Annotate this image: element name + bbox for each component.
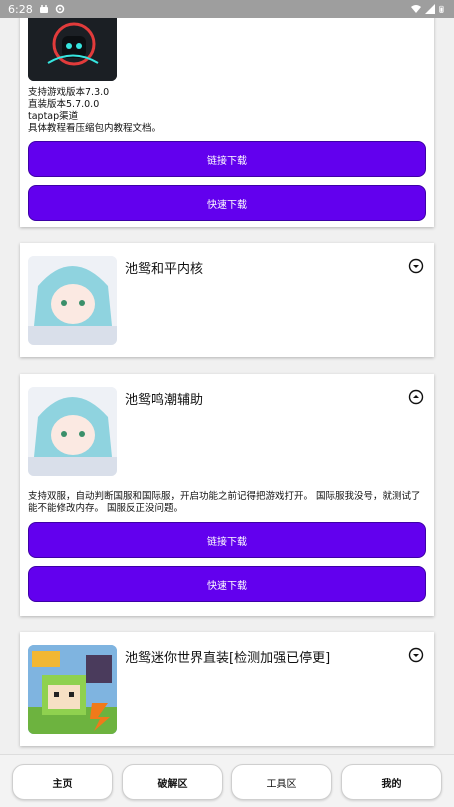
desc-line: 支持游戏版本7.3.0 (28, 87, 110, 98)
nav-mine-button[interactable]: 我的 (341, 764, 442, 800)
anime-girl-icon (28, 256, 117, 345)
nav-home-button[interactable]: 主页 (12, 764, 113, 800)
fast-download-button[interactable]: 快速下载 (28, 185, 426, 221)
card-description: 支持游戏版本7.3.0 直装版本5.7.0.0 taptap渠道 具体教程看压缩… (28, 87, 426, 135)
block-game-icon (28, 645, 117, 734)
wifi-icon (411, 5, 421, 13)
game-art-icon (28, 18, 117, 81)
desc-line: taptap渠道 (28, 111, 79, 122)
desc-line: 直装版本5.7.0.0 (28, 99, 100, 110)
nav-tools-button[interactable]: 工具区 (231, 764, 332, 800)
link-download-button[interactable]: 链接下载 (28, 522, 426, 558)
android-icon (39, 5, 48, 13)
link-download-button[interactable]: 链接下载 (28, 141, 426, 177)
anime-girl-icon (28, 387, 117, 476)
settings-icon (55, 4, 64, 14)
scroll-content[interactable]: 支持游戏版本7.3.0 直装版本5.7.0.0 taptap渠道 具体教程看压缩… (0, 18, 454, 754)
card-heping[interactable]: 池鸳和平内核 (20, 243, 434, 357)
card-mingchao[interactable]: 池鸳鸣潮辅助 支持双服，自动判断国服和国际服，开启功能之前记得把游戏打开。 国际… (20, 374, 434, 616)
app-thumbnail (28, 18, 117, 81)
status-bar: 6:28 (0, 0, 454, 18)
card-description: 支持双服，自动判断国服和国际服，开启功能之前记得把游戏打开。 国际服我没号，就测… (28, 491, 421, 514)
expand-chevron-down-icon[interactable] (408, 258, 424, 274)
bottom-navigation: 主页 破解区 工具区 我的 (0, 754, 454, 807)
app-thumbnail (28, 387, 117, 476)
card-title: 池鸳和平内核 (125, 262, 204, 277)
card-title: 池鸳鸣潮辅助 (125, 393, 204, 408)
card-top: 支持游戏版本7.3.0 直装版本5.7.0.0 taptap渠道 具体教程看压缩… (20, 18, 434, 227)
app-thumbnail (28, 256, 117, 345)
nav-crack-button[interactable]: 破解区 (122, 764, 223, 800)
desc-line: 具体教程看压缩包内教程文档。 (28, 123, 162, 134)
expand-chevron-down-icon[interactable] (408, 647, 424, 663)
card-minishijie[interactable]: 池鸳迷你世界直装[检测加强已停更] (20, 632, 434, 746)
card-title: 池鸳迷你世界直装[检测加强已停更] (125, 651, 331, 666)
collapse-chevron-up-icon[interactable] (408, 389, 424, 405)
signal-icon (425, 4, 435, 14)
fast-download-button[interactable]: 快速下载 (28, 566, 426, 602)
app-thumbnail (28, 645, 117, 734)
battery-icon (439, 5, 444, 13)
status-time: 6:28 (8, 2, 33, 16)
